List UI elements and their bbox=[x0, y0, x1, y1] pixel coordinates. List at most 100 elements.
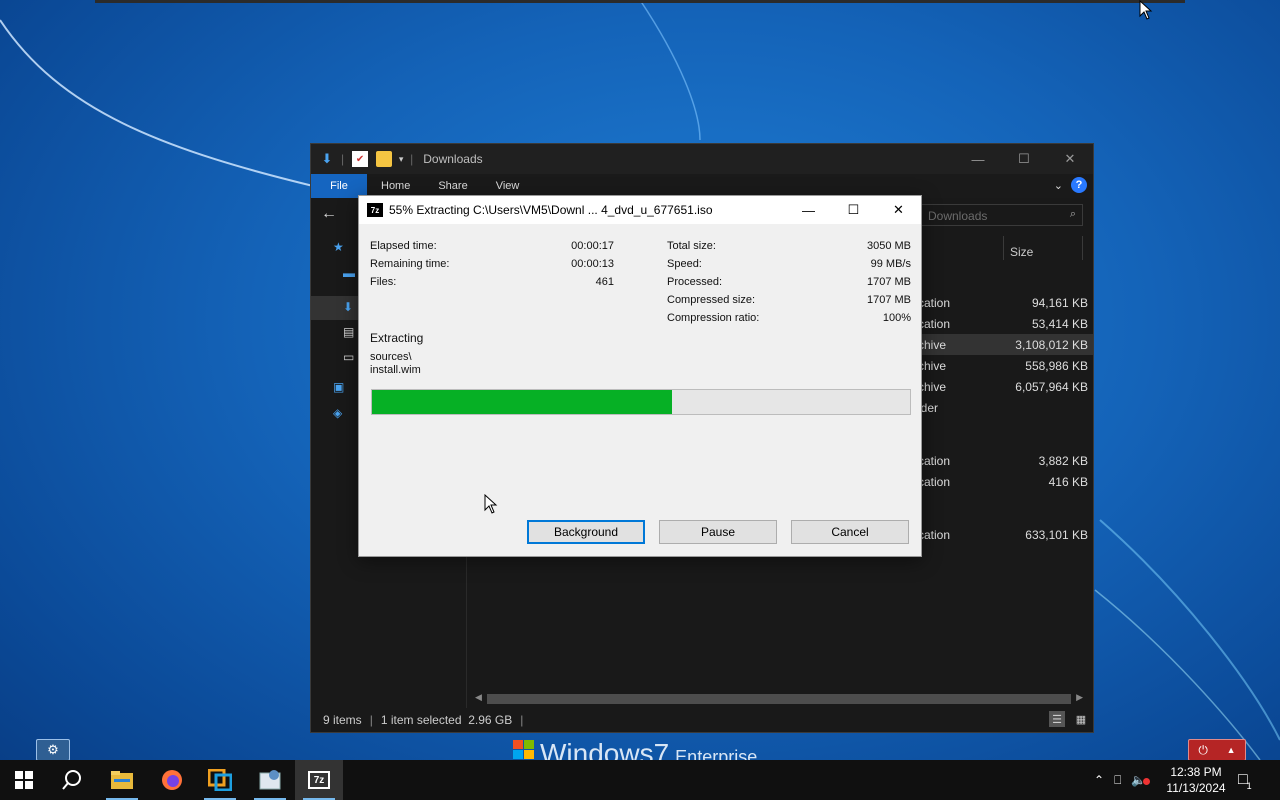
minimize-button[interactable]: — bbox=[955, 144, 1001, 174]
power-icon[interactable]: ⏻ bbox=[1198, 743, 1208, 758]
start-button[interactable] bbox=[0, 760, 48, 800]
taskbar: 7z ⌃ ⎕ 🔈 12:38 PM 11/13/2024 □ 1 bbox=[0, 760, 1280, 800]
7zip-app-icon: 7z bbox=[367, 203, 383, 217]
qa-dropdown-icon[interactable]: ▾ bbox=[396, 151, 406, 167]
firefox-icon bbox=[162, 770, 182, 790]
power-options-icon[interactable]: ▲ bbox=[1227, 745, 1236, 755]
dialog-title: 55% Extracting C:\Users\VM5\Downl ... 4_… bbox=[389, 203, 713, 217]
background-button[interactable]: Background bbox=[527, 520, 645, 544]
current-path: sources\ bbox=[370, 351, 412, 363]
new-folder-icon[interactable] bbox=[376, 151, 393, 167]
list-item[interactable]: lder bbox=[918, 397, 1093, 418]
expand-ribbon-icon[interactable]: ⌄ bbox=[1054, 179, 1063, 192]
list-item-selected[interactable]: chive 3,108,012 KB bbox=[918, 334, 1093, 355]
file-size: 94,161 KB bbox=[1031, 295, 1088, 310]
show-hidden-icons-icon[interactable]: ⌃ bbox=[1094, 773, 1104, 787]
mouse-cursor-icon bbox=[484, 494, 498, 514]
desktop-gadget-icon[interactable]: ⚙ bbox=[36, 739, 70, 761]
compression-ratio-value: 100% bbox=[882, 312, 911, 324]
search-input[interactable]: Downloads ⌕ bbox=[921, 204, 1083, 226]
progress-bar bbox=[371, 389, 911, 415]
clock[interactable]: 12:38 PM 11/13/2024 bbox=[1160, 764, 1232, 796]
volume-muted-icon[interactable]: 🔈 bbox=[1131, 773, 1151, 787]
cancel-button[interactable]: Cancel bbox=[791, 520, 909, 544]
taskbar-file-explorer[interactable] bbox=[98, 760, 146, 800]
search-placeholder: Downloads bbox=[928, 209, 988, 223]
pause-button[interactable]: Pause bbox=[659, 520, 777, 544]
elapsed-time-value: 00:00:17 bbox=[571, 240, 614, 252]
list-item[interactable]: chive 558,986 KB bbox=[918, 355, 1093, 376]
search-button[interactable] bbox=[48, 760, 96, 800]
selection-info: 1 item selected 2.96 GB bbox=[380, 713, 513, 727]
search-icon bbox=[62, 770, 81, 790]
dialog-titlebar[interactable]: 7z 55% Extracting C:\Users\VM5\Downl ...… bbox=[359, 196, 921, 224]
explorer-titlebar[interactable]: ⬇ | ✔ ▾ | Downloads — ☐ ✕ bbox=[311, 144, 1093, 174]
list-item[interactable]: cation 3,882 KB bbox=[918, 450, 1093, 471]
file-size: 3,108,012 KB bbox=[1015, 337, 1088, 352]
list-item[interactable]: cation 94,161 KB bbox=[918, 292, 1093, 313]
column-header-size[interactable]: Size bbox=[1003, 236, 1083, 260]
dialog-close-button[interactable]: ✕ bbox=[876, 196, 921, 224]
downloads-icon[interactable]: ⬇ bbox=[343, 300, 357, 314]
dialog-minimize-button[interactable]: — bbox=[786, 196, 831, 224]
clock-time: 12:38 PM bbox=[1170, 765, 1222, 779]
list-item[interactable]: cation 416 KB bbox=[918, 471, 1093, 492]
file-size: 3,882 KB bbox=[1038, 453, 1088, 468]
file-type: cation bbox=[918, 474, 951, 489]
mouse-pointer-icon bbox=[1139, 0, 1153, 20]
desktop-icon[interactable]: ▬ bbox=[343, 266, 357, 280]
quick-access-icon[interactable]: ★ bbox=[333, 240, 347, 254]
speed-label: Speed: bbox=[667, 258, 702, 270]
action-center-button[interactable]: □ 1 bbox=[1238, 760, 1252, 800]
status-separator: | bbox=[520, 713, 524, 727]
progress-bar-fill bbox=[372, 390, 672, 414]
taskbar-control-panel[interactable] bbox=[246, 760, 294, 800]
file-size: 558,986 KB bbox=[1025, 358, 1088, 373]
compressed-size-value: 1707 MB bbox=[866, 294, 911, 306]
network-icon[interactable]: ◈ bbox=[333, 406, 347, 420]
pictures-icon[interactable]: ▭ bbox=[343, 350, 357, 364]
search-icon: ⌕ bbox=[1069, 208, 1076, 220]
compression-ratio-label: Compression ratio: bbox=[667, 312, 760, 324]
file-explorer-icon bbox=[111, 771, 133, 789]
close-button[interactable]: ✕ bbox=[1047, 144, 1093, 174]
power-gadget[interactable]: ⏻ ▲ bbox=[1188, 739, 1246, 761]
speed-value: 99 MB/s bbox=[870, 258, 911, 270]
windows-7-logo: Windows7 Enterprise bbox=[512, 738, 757, 762]
scroll-right-icon[interactable]: ▶ bbox=[1076, 692, 1083, 703]
file-type: cation bbox=[918, 295, 951, 310]
notifications-icon: □ 1 bbox=[1238, 771, 1252, 791]
remaining-time-label: Remaining time: bbox=[370, 258, 450, 270]
operation-label: Extracting bbox=[370, 331, 424, 345]
file-size: 6,057,964 KB bbox=[1015, 379, 1088, 394]
file-type: chive bbox=[918, 337, 947, 352]
list-item[interactable]: chive 6,057,964 KB bbox=[918, 376, 1093, 397]
documents-icon[interactable]: ▤ bbox=[343, 325, 357, 339]
dialog-maximize-button[interactable]: ☐ bbox=[831, 196, 876, 224]
horizontal-scrollbar[interactable]: ◀ ▶ bbox=[471, 692, 1087, 706]
properties-icon[interactable]: ✔ bbox=[352, 151, 369, 167]
large-icons-view-icon[interactable]: ▦ bbox=[1073, 711, 1089, 727]
compressed-size-label: Compressed size: bbox=[667, 294, 756, 306]
list-item[interactable]: cation 53,414 KB bbox=[918, 313, 1093, 334]
extract-progress-dialog[interactable]: 7z 55% Extracting C:\Users\VM5\Downl ...… bbox=[358, 195, 922, 557]
maximize-button[interactable]: ☐ bbox=[1001, 144, 1047, 174]
network-status-icon[interactable]: ⎕ bbox=[1114, 773, 1121, 788]
details-view-icon[interactable]: ☰ bbox=[1049, 711, 1065, 727]
this-pc-icon[interactable]: ▣ bbox=[333, 380, 347, 394]
windows-flag-icon bbox=[513, 740, 534, 759]
start-icon bbox=[15, 771, 33, 789]
list-item[interactable]: cation 633,101 KB bbox=[918, 524, 1093, 545]
help-icon[interactable]: ? bbox=[1071, 177, 1087, 193]
back-arrow-icon[interactable]: ← bbox=[321, 205, 337, 223]
scroll-left-icon[interactable]: ◀ bbox=[475, 692, 482, 703]
taskbar-firefox[interactable] bbox=[148, 760, 196, 800]
taskbar-7zip[interactable]: 7z bbox=[295, 760, 343, 800]
processed-label: Processed: bbox=[667, 276, 723, 288]
qa-separator: | bbox=[341, 152, 345, 166]
scrollbar-thumb[interactable] bbox=[487, 694, 1071, 704]
taskbar-app[interactable] bbox=[196, 760, 244, 800]
top-window-edge bbox=[95, 0, 1185, 3]
file-type: chive bbox=[918, 358, 947, 373]
explorer-title: Downloads bbox=[423, 152, 483, 166]
